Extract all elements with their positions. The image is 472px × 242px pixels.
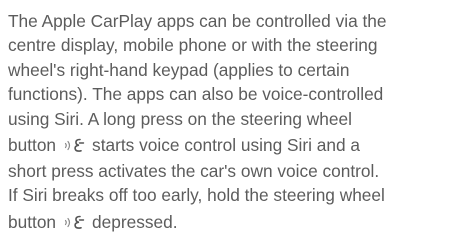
text-line-with-icon: button starts voice control using Siri a… bbox=[8, 132, 470, 159]
voice-control-icon bbox=[64, 137, 86, 153]
text-fragment: depressed. bbox=[92, 212, 178, 233]
voice-control-icon bbox=[64, 214, 86, 230]
text-line: If Siri breaks off too early, hold the s… bbox=[8, 185, 385, 206]
text-line: The Apple CarPlay apps can be controlled… bbox=[8, 11, 387, 31]
document-paragraph: The Apple CarPlay apps can be controlled… bbox=[8, 9, 470, 236]
text-line: short press activates the car's own voic… bbox=[8, 160, 380, 181]
text-fragment: starts voice control using Siri and a bbox=[92, 135, 361, 156]
text-line-with-icon: button depressed. bbox=[8, 209, 470, 236]
text-line: centre display, mobile phone or with the… bbox=[8, 35, 378, 56]
text-fragment: button bbox=[8, 212, 57, 233]
text-fragment: button bbox=[8, 135, 57, 156]
text-line: wheel's right-hand keypad (applies to ce… bbox=[8, 59, 350, 80]
text-line: using Siri. A long press on the steering… bbox=[8, 108, 352, 129]
text-line: functions). The apps can also be voice-c… bbox=[8, 84, 384, 105]
